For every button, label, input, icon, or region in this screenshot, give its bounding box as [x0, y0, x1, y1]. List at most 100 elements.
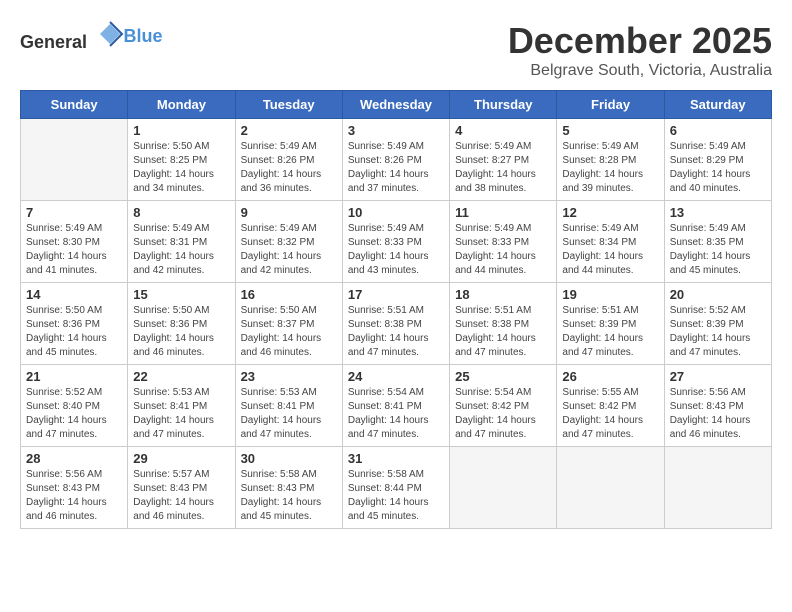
calendar-cell: 31 Sunrise: 5:58 AM Sunset: 8:44 PM Dayli…	[342, 447, 449, 529]
day-number: 21	[26, 369, 122, 384]
calendar-cell: 18 Sunrise: 5:51 AM Sunset: 8:38 PM Dayli…	[450, 283, 557, 365]
calendar-cell: 17 Sunrise: 5:51 AM Sunset: 8:38 PM Dayli…	[342, 283, 449, 365]
calendar-cell: 30Sunrise: 5:58 AM Sunset: 8:43 PM Dayli…	[235, 447, 342, 529]
calendar-cell: 21 Sunrise: 5:52 AM Sunset: 8:40 PM Dayli…	[21, 365, 128, 447]
title-area: December 2025 Belgrave South, Victoria, …	[508, 20, 772, 80]
day-number: 6	[670, 123, 766, 138]
day-number: 9	[241, 205, 337, 220]
calendar-week-row: 21 Sunrise: 5:52 AM Sunset: 8:40 PM Dayli…	[21, 365, 772, 447]
calendar-cell: 20 Sunrise: 5:52 AM Sunset: 8:39 PM Dayli…	[664, 283, 771, 365]
day-number: 8	[133, 205, 229, 220]
day-info: Sunrise: 5:50 AM Sunset: 8:36 PM Dayligh…	[26, 304, 122, 360]
day-info: Sunrise: 5:49 AM Sunset: 8:27 PM Dayligh…	[455, 140, 551, 196]
day-info: Sunrise: 5:52 AM Sunset: 8:39 PM Dayligh…	[670, 304, 766, 360]
day-info: Sunrise: 5:54 AM Sunset: 8:41 PM Dayligh…	[348, 386, 444, 442]
day-info: Sunrise: 5:54 AM Sunset: 8:42 PM Dayligh…	[455, 386, 551, 442]
day-info: Sunrise: 5:51 AM Sunset: 8:38 PM Dayligh…	[348, 304, 444, 360]
day-number: 16	[241, 287, 337, 302]
calendar-cell: 13 Sunrise: 5:49 AM Sunset: 8:35 PM Dayli…	[664, 201, 771, 283]
day-number: 23	[241, 369, 337, 384]
weekday-header: Tuesday	[235, 91, 342, 119]
day-info: Sunrise: 5:56 AM Sunset: 8:43 PM Dayligh…	[26, 468, 122, 524]
day-info: Sunrise: 5:53 AM Sunset: 8:41 PM Dayligh…	[133, 386, 229, 442]
calendar-title: December 2025	[508, 20, 772, 62]
calendar-cell: 27 Sunrise: 5:56 AM Sunset: 8:43 PM Dayli…	[664, 365, 771, 447]
day-number: 7	[26, 205, 122, 220]
day-info: Sunrise: 5:49 AM Sunset: 8:29 PM Dayligh…	[670, 140, 766, 196]
weekday-header: Saturday	[664, 91, 771, 119]
calendar-cell: 8 Sunrise: 5:49 AM Sunset: 8:31 PM Daylig…	[128, 201, 235, 283]
calendar-cell	[21, 119, 128, 201]
calendar-cell: 23 Sunrise: 5:53 AM Sunset: 8:41 PM Dayli…	[235, 365, 342, 447]
day-info: Sunrise: 5:51 AM Sunset: 8:39 PM Dayligh…	[562, 304, 658, 360]
calendar-cell: 19 Sunrise: 5:51 AM Sunset: 8:39 PM Dayli…	[557, 283, 664, 365]
day-info: Sunrise: 5:49 AM Sunset: 8:35 PM Dayligh…	[670, 222, 766, 278]
day-number: 3	[348, 123, 444, 138]
calendar-cell: 2 Sunrise: 5:49 AM Sunset: 8:26 PM Daylig…	[235, 119, 342, 201]
day-number: 28	[26, 451, 122, 466]
calendar-cell: 14 Sunrise: 5:50 AM Sunset: 8:36 PM Dayli…	[21, 283, 128, 365]
day-info: Sunrise: 5:49 AM Sunset: 8:28 PM Dayligh…	[562, 140, 658, 196]
weekday-header: Thursday	[450, 91, 557, 119]
day-number: 12	[562, 205, 658, 220]
calendar-cell: 12 Sunrise: 5:49 AM Sunset: 8:34 PM Dayli…	[557, 201, 664, 283]
calendar-cell: 5 Sunrise: 5:49 AM Sunset: 8:28 PM Daylig…	[557, 119, 664, 201]
calendar-cell: 6 Sunrise: 5:49 AM Sunset: 8:29 PM Daylig…	[664, 119, 771, 201]
day-number: 14	[26, 287, 122, 302]
day-info: Sunrise: 5:58 AM Sunset: 8:43 PM Dayligh…	[241, 468, 337, 524]
day-number: 31	[348, 451, 444, 466]
day-info: Sunrise: 5:49 AM Sunset: 8:30 PM Dayligh…	[26, 222, 122, 278]
day-number: 17	[348, 287, 444, 302]
day-info: Sunrise: 5:56 AM Sunset: 8:43 PM Dayligh…	[670, 386, 766, 442]
day-number: 13	[670, 205, 766, 220]
calendar-cell: 28 Sunrise: 5:56 AM Sunset: 8:43 PM Dayli…	[21, 447, 128, 529]
day-number: 1	[133, 123, 229, 138]
day-info: Sunrise: 5:50 AM Sunset: 8:37 PM Dayligh…	[241, 304, 337, 360]
weekday-header: Wednesday	[342, 91, 449, 119]
day-info: Sunrise: 5:49 AM Sunset: 8:34 PM Dayligh…	[562, 222, 658, 278]
day-number: 18	[455, 287, 551, 302]
calendar-table: SundayMondayTuesdayWednesdayThursdayFrid…	[20, 90, 772, 529]
calendar-cell	[557, 447, 664, 529]
calendar-cell: 11 Sunrise: 5:49 AM Sunset: 8:33 PM Dayli…	[450, 201, 557, 283]
calendar-cell: 3Sunrise: 5:49 AM Sunset: 8:26 PM Daylig…	[342, 119, 449, 201]
day-number: 22	[133, 369, 229, 384]
day-number: 11	[455, 205, 551, 220]
day-number: 20	[670, 287, 766, 302]
calendar-week-row: 1Sunrise: 5:50 AM Sunset: 8:25 PM Daylig…	[21, 119, 772, 201]
day-info: Sunrise: 5:55 AM Sunset: 8:42 PM Dayligh…	[562, 386, 658, 442]
day-number: 2	[241, 123, 337, 138]
day-info: Sunrise: 5:49 AM Sunset: 8:33 PM Dayligh…	[455, 222, 551, 278]
logo-blue: Blue	[124, 26, 163, 46]
day-number: 19	[562, 287, 658, 302]
day-info: Sunrise: 5:53 AM Sunset: 8:41 PM Dayligh…	[241, 386, 337, 442]
day-number: 27	[670, 369, 766, 384]
day-info: Sunrise: 5:49 AM Sunset: 8:32 PM Dayligh…	[241, 222, 337, 278]
weekday-header: Monday	[128, 91, 235, 119]
day-info: Sunrise: 5:57 AM Sunset: 8:43 PM Dayligh…	[133, 468, 229, 524]
day-number: 26	[562, 369, 658, 384]
weekday-header: Friday	[557, 91, 664, 119]
calendar-cell: 4Sunrise: 5:49 AM Sunset: 8:27 PM Daylig…	[450, 119, 557, 201]
day-number: 24	[348, 369, 444, 384]
day-info: Sunrise: 5:58 AM Sunset: 8:44 PM Dayligh…	[348, 468, 444, 524]
calendar-header: SundayMondayTuesdayWednesdayThursdayFrid…	[21, 91, 772, 119]
calendar-cell: 9 Sunrise: 5:49 AM Sunset: 8:32 PM Daylig…	[235, 201, 342, 283]
day-info: Sunrise: 5:49 AM Sunset: 8:31 PM Dayligh…	[133, 222, 229, 278]
calendar-cell: 26 Sunrise: 5:55 AM Sunset: 8:42 PM Dayli…	[557, 365, 664, 447]
logo-icon	[96, 20, 124, 48]
calendar-cell: 7 Sunrise: 5:49 AM Sunset: 8:30 PM Daylig…	[21, 201, 128, 283]
calendar-week-row: 7 Sunrise: 5:49 AM Sunset: 8:30 PM Daylig…	[21, 201, 772, 283]
calendar-week-row: 28 Sunrise: 5:56 AM Sunset: 8:43 PM Dayli…	[21, 447, 772, 529]
calendar-cell: 1Sunrise: 5:50 AM Sunset: 8:25 PM Daylig…	[128, 119, 235, 201]
day-number: 25	[455, 369, 551, 384]
day-info: Sunrise: 5:49 AM Sunset: 8:26 PM Dayligh…	[241, 140, 337, 196]
calendar-cell	[664, 447, 771, 529]
day-number: 15	[133, 287, 229, 302]
day-info: Sunrise: 5:52 AM Sunset: 8:40 PM Dayligh…	[26, 386, 122, 442]
logo: General Blue	[20, 20, 163, 53]
calendar-week-row: 14 Sunrise: 5:50 AM Sunset: 8:36 PM Dayli…	[21, 283, 772, 365]
day-info: Sunrise: 5:51 AM Sunset: 8:38 PM Dayligh…	[455, 304, 551, 360]
day-number: 5	[562, 123, 658, 138]
calendar-cell: 10Sunrise: 5:49 AM Sunset: 8:33 PM Dayli…	[342, 201, 449, 283]
